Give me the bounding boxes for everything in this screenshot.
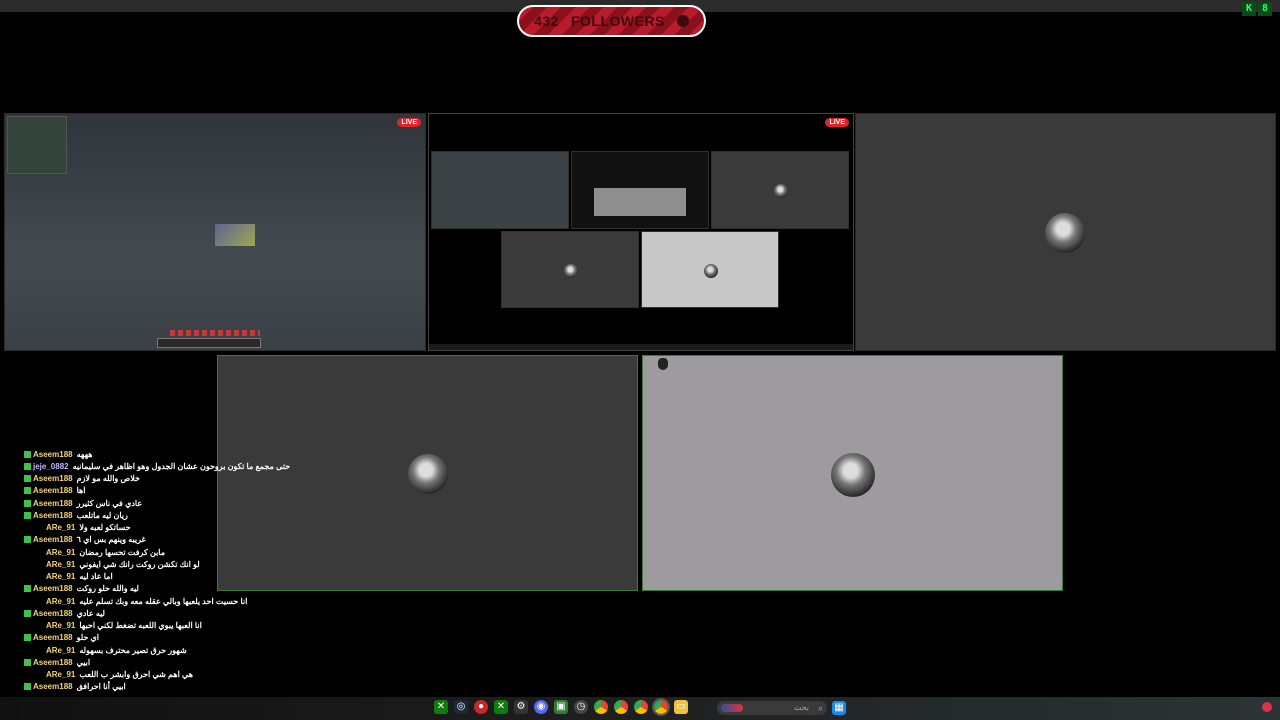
game-stream-tile[interactable]: LIVE [4,113,426,351]
badge-icon [24,487,31,495]
steam-icon[interactable]: ◎ [454,700,468,714]
badge-icon [24,450,31,458]
chat-message: Aseem188 اها [24,485,284,497]
search-icon: ⌕ [817,703,823,713]
badge-icon [24,511,31,519]
badge-icon [24,475,31,483]
search-placeholder: بحث [793,703,809,712]
clock-icon[interactable]: ◷ [574,700,588,714]
xbox-icon[interactable]: ✕ [494,700,508,714]
followers-count: 432 [534,13,559,29]
nested-cam-preview [501,231,639,308]
record-icon[interactable]: ● [474,700,488,714]
chat-message: ARe_91 مابن كرفت تحسها رمضان [46,547,166,557]
chat-overlay: Aseem188 هههه jeje_0882 حتى مجمع ما تكون ب… [24,448,290,693]
chrome-icon[interactable] [614,700,628,714]
search-logo-icon [721,704,743,712]
chat-message: ARe_91 انا حسيت احد يلعبها وبالي عقله معه… [46,596,248,606]
chat-message: Aseem188 ليه والله حلو روكت [24,583,284,595]
game-scene [215,224,255,246]
chat-message: ARe_91 انا العبها يبوي اللعبه تضغط لكني ا… [46,621,202,631]
health-bar [170,330,260,336]
xbox-icon[interactable]: ✕ [434,700,448,714]
system-tray: K 8 [1242,2,1272,16]
participant-avatar [831,453,875,497]
tray-item-k[interactable]: K [1242,2,1256,16]
minimap [7,116,67,174]
chat-message: ARe_91 شهور حرق تصير محترف بسهوله [46,645,187,655]
chat-message: Aseem188 ابيي أنا احرافق [24,681,284,693]
live-badge: LIVE [825,118,849,127]
folder-icon[interactable]: ▭ [674,700,688,714]
badge-icon [24,634,31,642]
chrome-icon[interactable] [594,700,608,714]
chat-message: Aseem188 ليه عادي [24,607,284,619]
chat-message: ARe_91 اما عاد ليه [46,572,113,582]
badge-icon [24,585,31,593]
participant-tile[interactable] [642,355,1063,591]
badge-icon [24,658,31,666]
tray-item-8[interactable]: 8 [1258,2,1272,16]
notification-icon[interactable] [1262,702,1272,712]
nested-cam-preview [711,151,849,229]
heart-icon [676,15,689,27]
chat-message: Aseem188 عادي في ناس كثيرر [24,497,284,509]
badge-icon [24,462,31,470]
chrome-icon[interactable] [652,698,670,716]
live-badge: LIVE [397,118,421,127]
chat-message: Aseem188 ابيي [24,656,284,668]
mouse-cursor [658,358,668,370]
screen-share-tile[interactable]: LIVE [428,113,854,351]
participant-avatar [1045,213,1085,253]
hotbar [157,338,261,348]
chat-message: Aseem188 غريبه وينهم بس اي ٦ [24,534,284,546]
badge-icon [24,536,31,544]
app-icon[interactable]: ▣ [554,700,568,714]
participant-tile[interactable] [855,113,1276,351]
settings-icon[interactable]: ⚙ [514,700,528,714]
chat-message: ARe_91 هي اهم شي احرق وابشر ب اللعب [46,670,193,680]
chat-message: Aseem188 هههه [24,448,284,460]
chat-message: ARe_91 حساتكو لعبه ولا [46,523,131,533]
followers-overlay: 432 FOLLOWERS [517,5,706,37]
chat-message: ARe_91 لو انك تكشن روكت رانك شي ايفوني [46,559,200,569]
nested-game-preview [431,151,569,229]
chrome-icon[interactable] [634,700,648,714]
chat-message: Aseem188 اي حلو [24,632,284,644]
nested-cam-preview [641,231,779,308]
chat-message: jeje_0882 حتى مجمع ما تكون بروحون عشان ال… [24,460,290,472]
taskbar: ✕ ◎ ● ✕ ⚙ ◉ ▣ ◷ ▭ بحث ⌕ ▦ [0,697,1280,720]
badge-icon [24,683,31,691]
chat-message: Aseem188 خلاص والله مو لازم [24,473,284,485]
badge-icon [24,499,31,507]
chat-message: Aseem188 ريان ليه ماتلعب [24,509,284,521]
nested-taskbar [429,344,853,350]
taskbar-search[interactable]: بحث ⌕ [717,701,827,715]
badge-icon [24,609,31,617]
followers-label: FOLLOWERS [570,13,665,29]
discord-icon[interactable]: ◉ [534,700,548,714]
taskbar-icons: ✕ ◎ ● ✕ ⚙ ◉ ▣ ◷ ▭ [434,698,688,716]
grid-icon[interactable]: ▦ [832,701,846,715]
nested-screen-preview [571,151,709,229]
participant-avatar [408,454,448,494]
